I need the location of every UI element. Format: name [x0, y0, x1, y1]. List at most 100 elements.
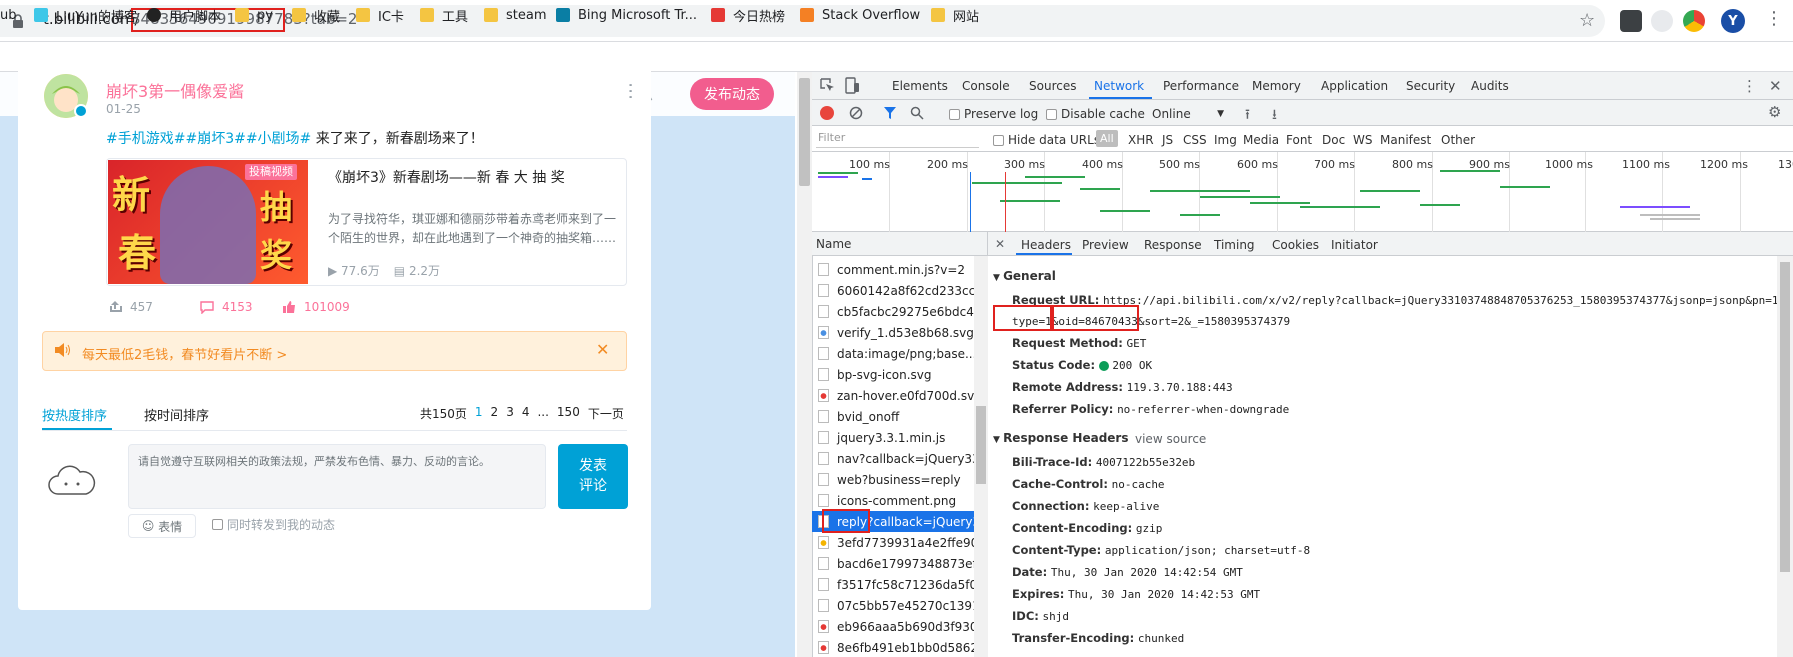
tab-sources[interactable]: Sources: [1029, 79, 1076, 93]
request-row[interactable]: 07c5bb57e45270c139172: [812, 595, 974, 616]
tab-performance[interactable]: Performance: [1163, 79, 1239, 93]
request-row[interactable]: web?business=reply: [812, 469, 974, 490]
device-toolbar-icon[interactable]: [845, 77, 860, 94]
inspect-element-icon[interactable]: [820, 78, 835, 93]
request-row[interactable]: 6060142a8f62cd233cc574: [812, 280, 974, 301]
detail-tab-headers[interactable]: Headers: [1021, 238, 1071, 252]
sync-repost-checkbox[interactable]: 同时转发到我的动态: [212, 516, 335, 533]
request-row[interactable]: icons-comment.png: [812, 490, 974, 511]
bookmark-star-icon[interactable]: ☆: [1579, 10, 1595, 31]
page-scrollbar-thumb[interactable]: [799, 78, 810, 186]
request-row[interactable]: comment.min.js?v=2: [812, 259, 974, 280]
filter-type-css[interactable]: CSS: [1183, 133, 1207, 147]
publish-button[interactable]: 发布动态: [690, 78, 774, 110]
filter-type-other[interactable]: Other: [1441, 133, 1475, 147]
filter-icon[interactable]: [883, 106, 897, 120]
throttling-select[interactable]: Online ▼: [1152, 107, 1224, 121]
preserve-log-checkbox[interactable]: Preserve log: [949, 107, 1038, 121]
emoji-button[interactable]: ☺ 表情: [128, 514, 196, 538]
filter-type-font[interactable]: Font: [1286, 133, 1312, 147]
bookmark-folder[interactable]: IC卡: [356, 6, 404, 25]
request-row[interactable]: eb966aaa5b690d3f9308a: [812, 616, 974, 637]
tab-console[interactable]: Console: [962, 79, 1010, 93]
bookmark-item[interactable]: ub: [0, 6, 17, 24]
page-link-1[interactable]: 1: [475, 405, 483, 422]
profile-avatar[interactable]: Y: [1721, 9, 1745, 33]
general-section-toggle[interactable]: ▼ General: [993, 269, 1056, 283]
request-row[interactable]: jquery3.3.1.min.js: [812, 427, 974, 448]
request-row[interactable]: 3efd7739931a4e2ffe908b: [812, 532, 974, 553]
filter-type-media[interactable]: Media: [1243, 133, 1279, 147]
notice-text[interactable]: 每天最低2毛钱，春节好看片不断 >: [82, 344, 287, 363]
response-headers-toggle[interactable]: ▼ Response Headers: [993, 431, 1129, 445]
request-row[interactable]: f3517fc58c71236da5f035.: [812, 574, 974, 595]
next-page-link[interactable]: 下一页: [588, 405, 624, 422]
detail-tab-response[interactable]: Response: [1144, 238, 1202, 252]
hide-data-urls-checkbox[interactable]: Hide data URLs: [993, 133, 1100, 147]
detail-tab-timing[interactable]: Timing: [1214, 238, 1255, 252]
tab-elements[interactable]: Elements: [892, 79, 948, 93]
detail-scrollbar-thumb[interactable]: [1780, 262, 1790, 572]
devtools-menu-icon[interactable]: ⋮: [1742, 77, 1757, 95]
bookmark-folder[interactable]: 工具: [420, 6, 468, 25]
sort-by-time-tab[interactable]: 按时间排序: [144, 405, 209, 424]
tab-memory[interactable]: Memory: [1252, 79, 1301, 93]
bookmark-folder[interactable]: 收藏: [292, 6, 340, 25]
comment-button[interactable]: 4153: [200, 300, 282, 314]
bookmark-item[interactable]: 今日热榜: [711, 6, 785, 25]
filter-type-all[interactable]: All: [1096, 130, 1118, 147]
detail-tab-initiator[interactable]: Initiator: [1331, 238, 1378, 252]
page-link-2[interactable]: 2: [491, 405, 499, 422]
video-title[interactable]: 《崩坏3》新春剧场——新 春 大 抽 奖: [328, 167, 565, 187]
bookmark-folder[interactable]: py: [235, 6, 273, 24]
tab-security[interactable]: Security: [1406, 79, 1455, 93]
filter-type-img[interactable]: Img: [1214, 133, 1237, 147]
checkbox[interactable]: [949, 108, 960, 120]
checkbox[interactable]: [1046, 108, 1057, 120]
post-tags[interactable]: #手机游戏##崩坏3##小剧场#: [106, 131, 311, 147]
request-row[interactable]: verify_1.d53e8b68.svg: [812, 322, 974, 343]
page-link-last[interactable]: 150: [557, 405, 580, 422]
tab-network[interactable]: Network: [1094, 79, 1144, 93]
request-row[interactable]: bvid_onoff: [812, 406, 974, 427]
checkbox[interactable]: [212, 519, 223, 530]
bookmark-item[interactable]: LiuYun的博客: [34, 6, 137, 25]
import-har-icon[interactable]: ⭱: [1245, 104, 1250, 128]
sort-by-hot-tab[interactable]: 按热度排序: [42, 405, 107, 424]
extension-cloud-icon[interactable]: [1651, 10, 1673, 32]
bookmark-item[interactable]: Stack Overflow: [800, 6, 920, 24]
tab-audits[interactable]: Audits: [1471, 79, 1509, 93]
name-column-header[interactable]: Name: [812, 232, 988, 256]
detail-tab-cookies[interactable]: Cookies: [1272, 238, 1319, 252]
disable-cache-checkbox[interactable]: Disable cache: [1046, 107, 1145, 121]
like-button[interactable]: 101009: [282, 300, 374, 314]
close-devtools-icon[interactable]: ✕: [1769, 77, 1782, 95]
tab-application[interactable]: Application: [1321, 79, 1388, 93]
request-list-scrollbar-thumb[interactable]: [976, 406, 986, 484]
page-link-4[interactable]: 4: [522, 405, 530, 422]
page-link-3[interactable]: 3: [506, 405, 514, 422]
record-icon[interactable]: [820, 106, 834, 120]
view-source-link[interactable]: view source: [1135, 432, 1206, 446]
bookmark-item[interactable]: Bing Microsoft Tr...: [556, 6, 697, 24]
settings-gear-icon[interactable]: ⚙: [1768, 103, 1781, 121]
filter-type-js[interactable]: JS: [1162, 133, 1173, 147]
request-row[interactable]: bacd6e17997348873ef89.: [812, 553, 974, 574]
author-name[interactable]: 崩坏3第一偶像爱酱: [106, 78, 244, 102]
filter-type-ws[interactable]: WS: [1353, 133, 1372, 147]
submit-comment-button[interactable]: 发表 评论: [558, 444, 628, 509]
extension-chrome-icon[interactable]: [1683, 10, 1705, 32]
extension-icon[interactable]: [1620, 10, 1642, 32]
filter-type-doc[interactable]: Doc: [1322, 133, 1345, 147]
close-detail-icon[interactable]: ✕: [995, 237, 1005, 251]
search-icon[interactable]: [910, 106, 924, 120]
filter-type-xhr[interactable]: XHR: [1128, 133, 1154, 147]
filter-input[interactable]: Filter: [816, 131, 979, 148]
more-options-icon[interactable]: ⋯: [620, 82, 641, 100]
request-row[interactable]: cb5facbc29275e6bdc4cfa: [812, 301, 974, 322]
request-row[interactable]: data:image/png;base...: [812, 343, 974, 364]
browser-menu-icon[interactable]: ⋮: [1765, 8, 1783, 29]
bookmark-folder[interactable]: steam: [484, 6, 547, 24]
bookmark-item[interactable]: 用户脚本: [147, 6, 221, 25]
close-icon[interactable]: ✕: [596, 340, 609, 359]
